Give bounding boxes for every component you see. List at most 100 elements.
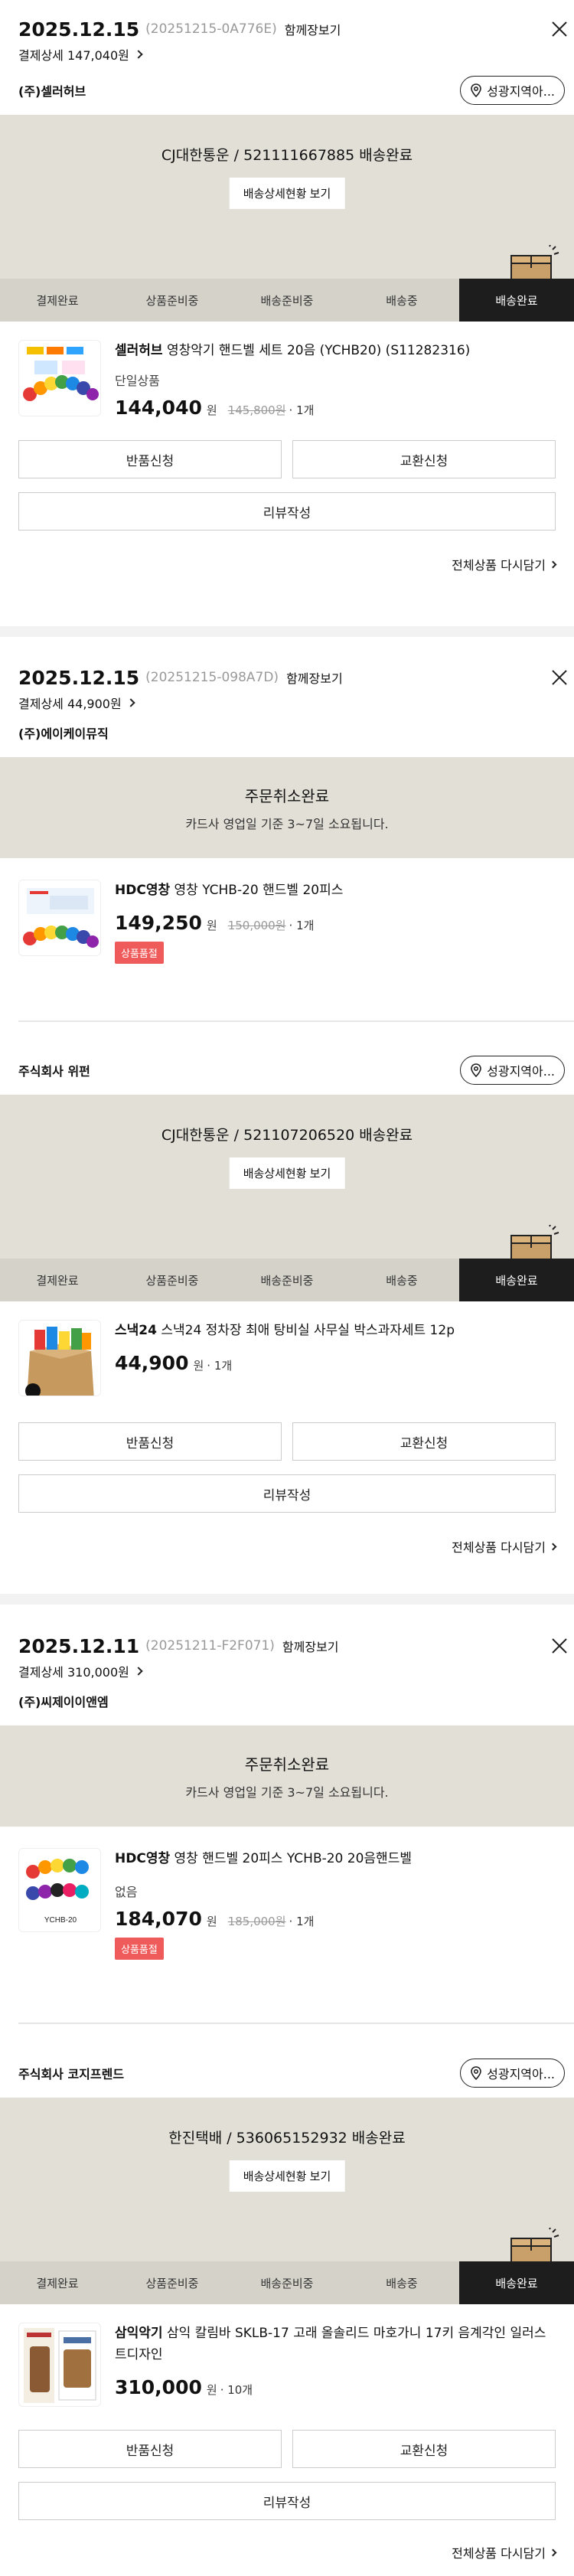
chevron-right-icon <box>134 50 143 59</box>
product-thumbnail <box>18 2323 101 2407</box>
step-delivered: 배송완료 <box>459 1259 574 1301</box>
product-thumbnail: YCHB-20 <box>18 1848 101 1932</box>
currency-unit: 원 <box>193 1359 204 1373</box>
quantity: · 10개 <box>220 2383 253 2397</box>
shipping-status-panel: CJ대한통운 / 521111667885 배송완료 배송상세현황 보기 결제완… <box>0 115 574 322</box>
reorder-all-link[interactable]: 전체상품 다시담기 <box>0 555 574 573</box>
shipping-status-panel: CJ대한통운 / 521107206520 배송완료 배송상세현황 보기 결제완… <box>0 1095 574 1301</box>
payment-detail-link[interactable]: 결제상세 310,000원 <box>18 1661 556 1681</box>
shipping-detail-button[interactable]: 배송상세현황 보기 <box>229 2160 345 2192</box>
exchange-button[interactable]: 교환신청 <box>292 2430 556 2468</box>
carrier-status: CJ대한통운 / 521107206520 배송완료 <box>161 1127 413 1144</box>
original-price: 150,000원 <box>227 919 286 932</box>
chevron-right-icon <box>549 560 557 568</box>
together-shopping-link[interactable]: 함께장보기 <box>285 20 341 38</box>
chevron-right-icon <box>134 1667 143 1676</box>
step-preparing: 상품준비중 <box>115 2261 230 2304</box>
shipping-detail-button[interactable]: 배송상세현황 보기 <box>229 1157 345 1189</box>
order-date: 2025.12.15 <box>18 666 140 689</box>
chevron-right-icon <box>126 698 135 707</box>
section-divider <box>0 1594 574 1605</box>
cancel-status-panel: 주문취소완료 카드사 영업일 기준 3~7일 소요됩니다. <box>0 757 574 858</box>
step-delivered: 배송완료 <box>459 279 574 322</box>
product-item[interactable]: 삼익악기 삼익 칼림바 SKLB-17 고래 올솔리드 마호가니 17키 음계각… <box>0 2304 574 2407</box>
progress-steps: 결제완료 상품준비중 배송준비중 배송중 배송완료 <box>0 279 574 322</box>
step-delivered: 배송완료 <box>459 2261 574 2304</box>
together-shopping-link[interactable]: 함께장보기 <box>282 1637 339 1655</box>
currency-unit: 원 <box>206 2383 217 2397</box>
product-item[interactable]: 셀러허브 영창악기 핸드벨 세트 20음 (YCHB20) (S11282316… <box>0 322 574 419</box>
step-shipping: 배송중 <box>344 279 459 322</box>
review-button[interactable]: 리뷰작성 <box>18 492 556 531</box>
reorder-all-link[interactable]: 전체상품 다시담기 <box>0 2543 574 2561</box>
product-item[interactable]: 스낵24 스낵24 정차장 최애 탕비실 사무실 박스과자세트 12p 44,9… <box>0 1301 574 1396</box>
payment-detail-text: 결제상세 310,000원 <box>18 1665 129 1680</box>
payment-detail-text: 결제상세 44,900원 <box>18 697 122 711</box>
product-option: 없음 <box>115 1885 138 1899</box>
order-header: 2025.12.11 (20251211-F2F071) 함께장보기 결제상세 … <box>0 1631 574 1681</box>
product-price: 44,900 <box>115 1352 189 1374</box>
quantity: · 1개 <box>289 919 315 932</box>
payment-detail-link[interactable]: 결제상세 147,040원 <box>18 44 556 64</box>
order-date: 2025.12.11 <box>18 1634 140 1657</box>
order-card-3: 2025.12.11 (20251211-F2F071) 함께장보기 결제상세 … <box>0 1631 574 1960</box>
seller-name: (주)씨제이이앤엠 <box>18 1695 109 1709</box>
seller-divider <box>18 1020 574 1022</box>
payment-detail-link[interactable]: 결제상세 44,900원 <box>18 693 556 713</box>
quantity: · 1개 <box>207 1359 233 1373</box>
location-pin-icon <box>471 1063 481 1077</box>
reorder-all-label: 전체상품 다시담기 <box>452 558 546 573</box>
location-button[interactable]: 성광지역아... <box>460 2059 565 2088</box>
cancel-title: 주문취소완료 <box>244 786 330 805</box>
seller-name: 주식회사 코지프렌드 <box>18 2067 125 2081</box>
exchange-button[interactable]: 교환신청 <box>292 1422 556 1461</box>
product-thumbnail <box>18 340 101 416</box>
product-item[interactable]: YCHB-20 HDC영창 영창 핸드벨 20피스 YCHB-20 20음핸드벨… <box>0 1827 574 1960</box>
reorder-all-label: 전체상품 다시담기 <box>452 1540 546 1555</box>
location-button[interactable]: 성광지역아... <box>460 1056 565 1085</box>
return-button[interactable]: 반품신청 <box>18 1422 282 1461</box>
product-brand: HDC영창 <box>115 883 171 898</box>
seller-divider <box>18 2023 574 2024</box>
together-shopping-link[interactable]: 함께장보기 <box>286 668 343 687</box>
return-button[interactable]: 반품신청 <box>18 440 282 478</box>
product-item[interactable]: HDC영창 영창 YCHB-20 핸드벨 20피스 149,250 원 150,… <box>0 858 574 964</box>
product-brand: 셀러허브 <box>115 343 163 358</box>
shipping-detail-button[interactable]: 배송상세현황 보기 <box>229 178 345 209</box>
review-button[interactable]: 리뷰작성 <box>18 2482 556 2520</box>
product-thumbnail <box>18 1320 101 1396</box>
currency-unit: 원 <box>206 403 217 417</box>
review-button[interactable]: 리뷰작성 <box>18 1474 556 1513</box>
close-icon[interactable] <box>548 18 571 41</box>
quantity: · 1개 <box>289 403 315 417</box>
chevron-right-icon <box>549 1543 557 1550</box>
location-button[interactable]: 성광지역아... <box>460 76 565 105</box>
return-button[interactable]: 반품신청 <box>18 2430 282 2468</box>
order-card-1: 2025.12.15 (20251215-0A776E) 함께장보기 결제상세 … <box>0 14 574 573</box>
exchange-button[interactable]: 교환신청 <box>292 440 556 478</box>
currency-unit: 원 <box>206 919 217 932</box>
product-name: 삼익악기 삼익 칼림바 SKLB-17 고래 올솔리드 마호가니 17키 음계각… <box>115 2323 556 2365</box>
quantity: · 1개 <box>289 1915 315 1928</box>
progress-steps: 결제완료 상품준비중 배송준비중 배송중 배송완료 <box>0 2261 574 2304</box>
product-brand: 스낵24 <box>115 1323 157 1338</box>
product-brand: 삼익악기 <box>115 2326 163 2341</box>
soldout-badge: 상품품절 <box>115 1938 164 1960</box>
soldout-badge: 상품품절 <box>115 942 164 964</box>
reorder-all-label: 전체상품 다시담기 <box>452 2546 546 2561</box>
order-header: 2025.12.15 (20251215-098A7D) 함께장보기 결제상세 … <box>0 662 574 713</box>
product-thumbnail <box>18 880 101 956</box>
order-id: (20251215-098A7D) <box>145 670 279 685</box>
step-shipping: 배송중 <box>344 2261 459 2304</box>
product-title: 영창악기 핸드벨 세트 20음 (YCHB20) (S11282316) <box>166 343 471 358</box>
cancel-title: 주문취소완료 <box>244 1755 330 1774</box>
close-icon[interactable] <box>548 1634 571 1657</box>
reorder-all-link[interactable]: 전체상품 다시담기 <box>0 1537 574 1556</box>
location-button-label: 성광지역아... <box>487 2067 555 2081</box>
seller-name: 주식회사 위펀 <box>18 1064 90 1079</box>
close-icon[interactable] <box>548 666 571 689</box>
step-preparing: 상품준비중 <box>115 279 230 322</box>
product-title: 삼익 칼림바 SKLB-17 고래 올솔리드 마호가니 17키 음계각인 일러스… <box>115 2326 546 2362</box>
location-pin-icon <box>471 2066 481 2080</box>
order-id: (20251215-0A776E) <box>145 21 277 37</box>
